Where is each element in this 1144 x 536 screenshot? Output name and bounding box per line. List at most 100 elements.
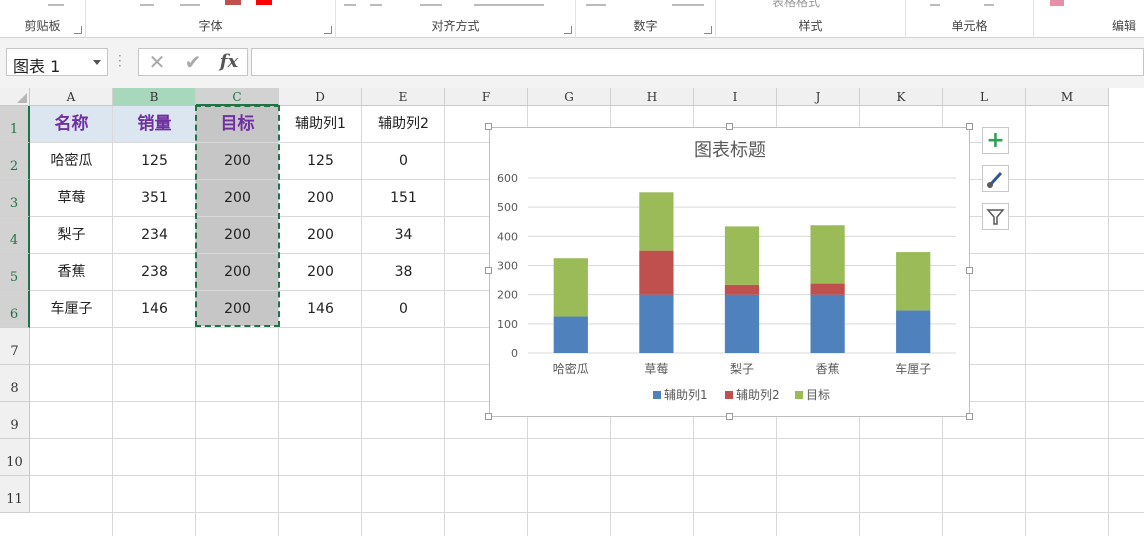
column-header-f[interactable]: F (445, 88, 528, 106)
resize-handle-s[interactable] (726, 413, 733, 420)
bar-1-2[interactable] (724, 284, 760, 295)
row-header-1[interactable]: 1 (0, 106, 30, 143)
column-header-e[interactable]: E (362, 88, 445, 106)
bar-2-0[interactable] (553, 258, 588, 317)
bar-0-3[interactable] (810, 294, 845, 353)
row-header-10[interactable]: 10 (0, 439, 30, 476)
cell-d3[interactable]: 200 (279, 180, 362, 217)
resize-handle-ne[interactable] (966, 123, 973, 130)
column-header-j[interactable]: J (777, 88, 860, 106)
enter-icon[interactable]: ✔ (179, 51, 207, 73)
row-header-6[interactable]: 6 (0, 291, 30, 328)
resize-handle-e[interactable] (966, 267, 973, 274)
row-header-8[interactable]: 8 (0, 365, 30, 402)
resize-handle-w[interactable] (485, 267, 492, 274)
column-header-i[interactable]: I (694, 88, 777, 106)
gridline-horizontal (30, 512, 1144, 513)
cell-b5[interactable]: 238 (113, 254, 196, 291)
column-header-g[interactable]: G (528, 88, 611, 106)
column-header-a[interactable]: A (30, 88, 113, 106)
column-header-h[interactable]: H (611, 88, 694, 106)
column-header-l[interactable]: L (943, 88, 1026, 106)
category-label: 香蕉 (816, 362, 840, 376)
chart-title[interactable]: 图表标题 (694, 140, 766, 161)
bar-0-4[interactable] (896, 310, 931, 353)
header-cell-d[interactable]: 辅助列1 (279, 106, 362, 143)
column-header-m[interactable]: M (1026, 88, 1109, 106)
header-cell-b[interactable]: 销量 (113, 106, 196, 143)
row-header-9[interactable]: 9 (0, 402, 30, 439)
resize-handle-n[interactable] (726, 123, 733, 130)
formula-bar: 图表 1 · · · ✕ ✔ fx (0, 38, 1144, 88)
bar-2-3[interactable] (810, 225, 845, 284)
cell-b4[interactable]: 234 (113, 217, 196, 254)
cell-a3[interactable]: 草莓 (30, 180, 113, 217)
more-options-icon[interactable]: · · · (118, 50, 122, 72)
insert-function-button[interactable]: fx (215, 51, 243, 73)
chart-elements-button[interactable]: + (982, 127, 1009, 154)
cancel-icon[interactable]: ✕ (143, 51, 171, 73)
chart[interactable]: 图表标题 0 100 200 300 400 500 600 哈密瓜 草莓 梨子 香蕉 车厘子 辅助… (489, 127, 970, 417)
chart-filters-button[interactable] (982, 203, 1009, 230)
resize-handle-se[interactable] (966, 413, 973, 420)
cell-b6[interactable]: 146 (113, 291, 196, 328)
cell-e2[interactable]: 0 (362, 143, 445, 180)
clipboard-group: 剪贴板 (0, 0, 86, 38)
legend-label: 辅助列1 (664, 388, 708, 402)
cell-e6[interactable]: 0 (362, 291, 445, 328)
formula-input[interactable] (251, 48, 1144, 76)
bar-1-3[interactable] (810, 283, 845, 295)
cell-e4[interactable]: 34 (362, 217, 445, 254)
select-all-button[interactable] (0, 88, 30, 106)
header-cell-a[interactable]: 名称 (30, 106, 113, 143)
resize-handle-sw[interactable] (485, 413, 492, 420)
cell-d6[interactable]: 146 (279, 291, 362, 328)
header-cell-e[interactable]: 辅助列2 (362, 106, 445, 143)
cell-d4[interactable]: 200 (279, 217, 362, 254)
cell-b2[interactable]: 125 (113, 143, 196, 180)
row-header-5[interactable]: 5 (0, 254, 30, 291)
cell-d5[interactable]: 200 (279, 254, 362, 291)
font-group: 字体 (86, 0, 336, 38)
column-header-d[interactable]: D (279, 88, 362, 106)
bar-0-2[interactable] (724, 294, 760, 353)
name-box[interactable]: 图表 1 (6, 48, 108, 76)
brush-icon (987, 171, 1003, 188)
eraser-icon[interactable] (1050, 0, 1064, 6)
bar-2-4[interactable] (896, 252, 931, 311)
font-color-icon[interactable] (256, 0, 272, 5)
chart-svg: 图表标题 0 100 200 300 400 500 600 哈密瓜 草莓 梨子 香蕉 车厘子 辅助… (497, 140, 956, 402)
cell-a5[interactable]: 香蕉 (30, 254, 113, 291)
table-format-button[interactable]: 表格格式 (772, 0, 820, 10)
chart-styles-button[interactable] (982, 165, 1009, 192)
category-label: 哈密瓜 (553, 361, 589, 376)
gridline-horizontal (30, 475, 1144, 476)
row-header-3[interactable]: 3 (0, 180, 30, 217)
column-header-b[interactable]: B (113, 88, 196, 106)
cell-e3[interactable]: 151 (362, 180, 445, 217)
chevron-down-icon[interactable] (93, 60, 101, 65)
bar-2-2[interactable] (724, 226, 760, 285)
column-header-k[interactable]: K (860, 88, 943, 106)
row-header-4[interactable]: 4 (0, 217, 30, 254)
ribbon: 剪贴板 字体 对齐方式 数字 表格格式 样式 单元格 编辑 (0, 0, 1144, 38)
cells-group-label: 单元格 (951, 19, 988, 33)
alignment-group-label: 对齐方式 (431, 19, 480, 33)
bar-0-1[interactable] (639, 294, 674, 353)
resize-handle-nw[interactable] (485, 123, 492, 130)
row-header-7[interactable]: 7 (0, 328, 30, 365)
bar-1-1[interactable] (639, 250, 674, 295)
cell-a6[interactable]: 车厘子 (30, 291, 113, 328)
row-header-2[interactable]: 2 (0, 143, 30, 180)
bar-0-0[interactable] (553, 316, 588, 353)
cell-e5[interactable]: 38 (362, 254, 445, 291)
cell-a2[interactable]: 哈密瓜 (30, 143, 113, 180)
y-tick-label: 200 (497, 289, 518, 302)
cell-d2[interactable]: 125 (279, 143, 362, 180)
cell-a4[interactable]: 梨子 (30, 217, 113, 254)
cell-b3[interactable]: 351 (113, 180, 196, 217)
bar-2-1[interactable] (639, 192, 674, 251)
fill-color-icon[interactable] (225, 0, 241, 5)
row-header-11[interactable]: 11 (0, 476, 30, 513)
column-header-c[interactable]: C (196, 88, 279, 106)
